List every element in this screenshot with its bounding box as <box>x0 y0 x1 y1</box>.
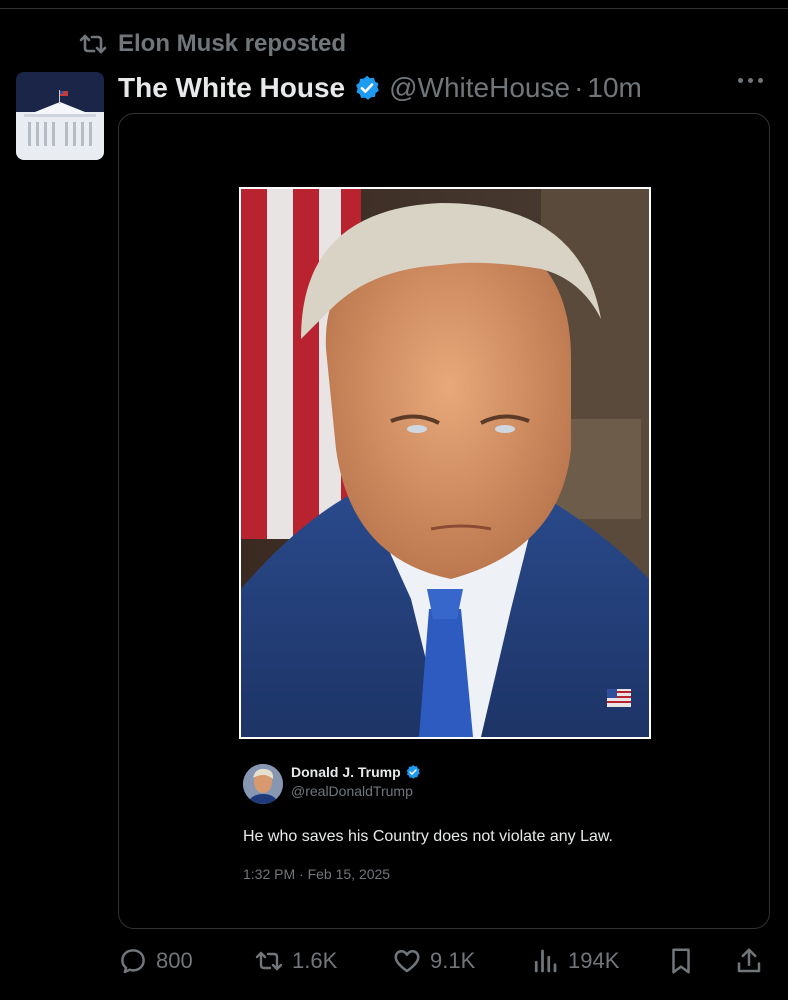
repost-label: Elon Musk reposted <box>118 30 347 57</box>
like-button[interactable]: 9.1K <box>392 946 475 976</box>
repost-button[interactable]: 1.6K <box>254 946 337 976</box>
more-dot <box>738 78 743 83</box>
views-button[interactable]: 194K <box>530 946 619 976</box>
portrait-illustration <box>241 189 649 737</box>
more-dot <box>748 78 753 83</box>
quoted-avatar-image <box>243 764 283 804</box>
bookmark-button[interactable] <box>666 946 696 976</box>
repost-count: 1.6K <box>292 948 338 973</box>
quoted-post-header: Donald J. Trump @realDonaldTrump <box>243 764 663 804</box>
verified-badge-icon <box>356 75 380 100</box>
media-card[interactable]: Donald J. Trump @realDonaldTrump He who … <box>118 113 770 929</box>
more-icon[interactable] <box>738 78 763 83</box>
action-bar: 800 1.6K 9.1K 194K <box>118 946 770 978</box>
quoted-author-handle[interactable]: @realDonaldTrump <box>291 783 421 799</box>
views-icon <box>534 949 557 973</box>
author-handle[interactable]: @WhiteHouse <box>389 72 570 104</box>
more-dot <box>758 78 763 83</box>
quoted-author-names: Donald J. Trump @realDonaldTrump <box>291 764 421 799</box>
share-button[interactable] <box>734 946 764 976</box>
quoted-post[interactable]: Donald J. Trump @realDonaldTrump He who … <box>243 764 663 882</box>
author-avatar[interactable] <box>16 72 104 160</box>
repost-icon <box>255 951 283 971</box>
reply-icon <box>121 949 145 974</box>
repost-icon <box>79 34 107 54</box>
post-header: The White House @WhiteHouse · 10m <box>118 68 642 108</box>
white-house-image <box>16 72 104 160</box>
repost-context[interactable]: Elon Musk reposted <box>78 30 346 58</box>
post-time[interactable]: 10m <box>587 72 641 104</box>
reply-button[interactable]: 800 <box>118 946 193 976</box>
portrait-image[interactable] <box>239 187 651 739</box>
quoted-post-text: He who saves his Country does not violat… <box>243 828 613 845</box>
quoted-author-name[interactable]: Donald J. Trump <box>291 764 401 780</box>
views-count: 194K <box>568 948 620 973</box>
quoted-name-row: Donald J. Trump <box>291 764 421 780</box>
verified-badge-icon <box>406 765 420 779</box>
heart-icon <box>394 950 420 973</box>
quoted-author-avatar[interactable] <box>243 764 283 804</box>
top-divider <box>0 8 788 9</box>
author-name[interactable]: The White House <box>118 72 345 104</box>
like-count: 9.1K <box>430 948 476 973</box>
quoted-post-timestamp: 1:32 PM · Feb 15, 2025 <box>243 866 391 882</box>
separator-dot: · <box>574 72 584 103</box>
share-icon <box>737 948 761 973</box>
bookmark-icon <box>672 948 690 974</box>
reply-count: 800 <box>156 948 193 973</box>
